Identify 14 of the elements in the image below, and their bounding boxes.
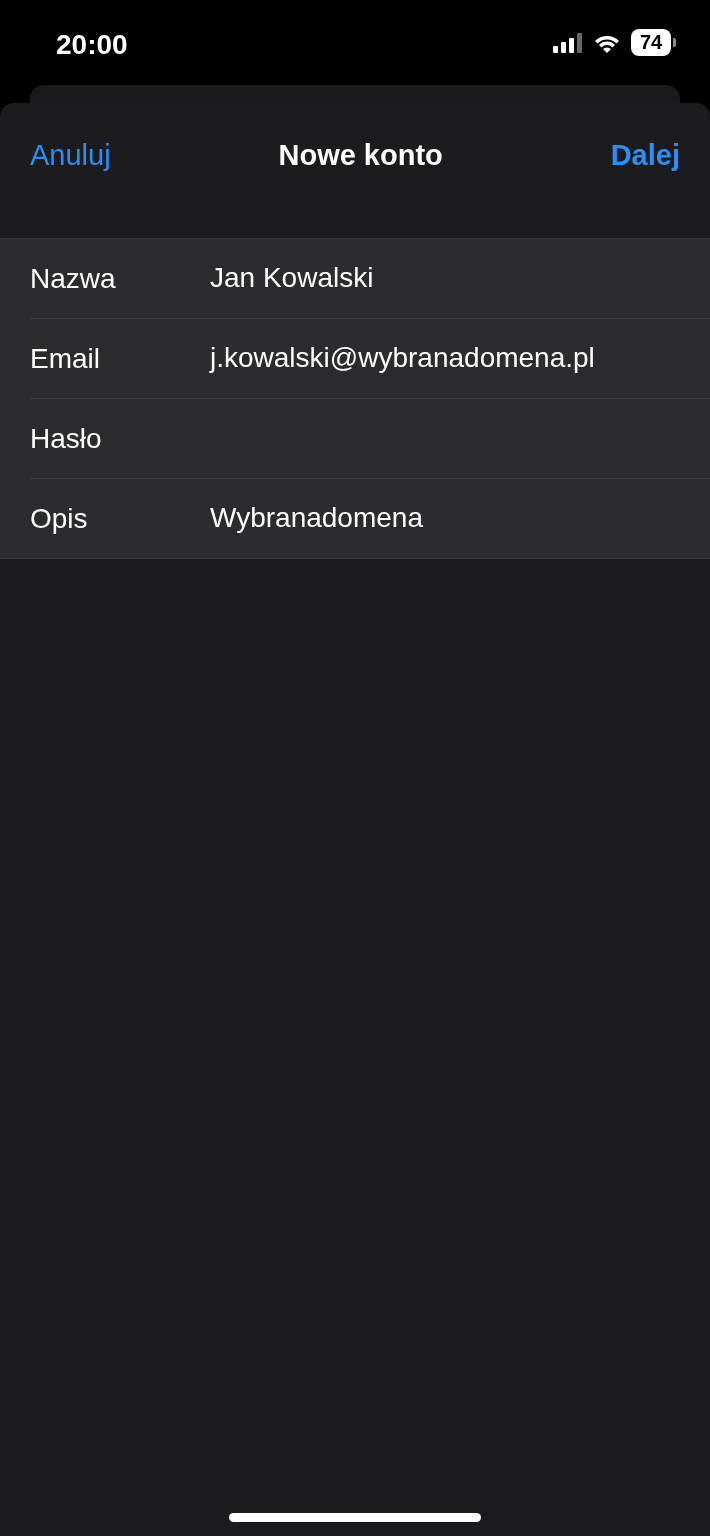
field-label: Opis xyxy=(30,502,89,535)
signal-icon xyxy=(553,32,583,53)
text-field[interactable]: Wybranadomena xyxy=(210,501,710,536)
text-field[interactable]: j.kowalski@wybranadomena.pl xyxy=(210,341,710,376)
clock-time: 20:00 xyxy=(56,28,128,61)
cancel-button[interactable]: Anuluj xyxy=(30,139,111,172)
field-label: Email xyxy=(30,342,101,375)
home-indicator[interactable] xyxy=(229,1513,481,1522)
sheet-title: Nowe konto xyxy=(278,139,443,172)
next-button[interactable]: Dalej xyxy=(610,139,680,172)
field-label: Nazwa xyxy=(30,262,117,295)
text-field[interactable]: Jan Kowalski xyxy=(210,261,710,296)
field-label: Hasło xyxy=(30,422,103,455)
battery-level: 74 xyxy=(631,29,671,56)
